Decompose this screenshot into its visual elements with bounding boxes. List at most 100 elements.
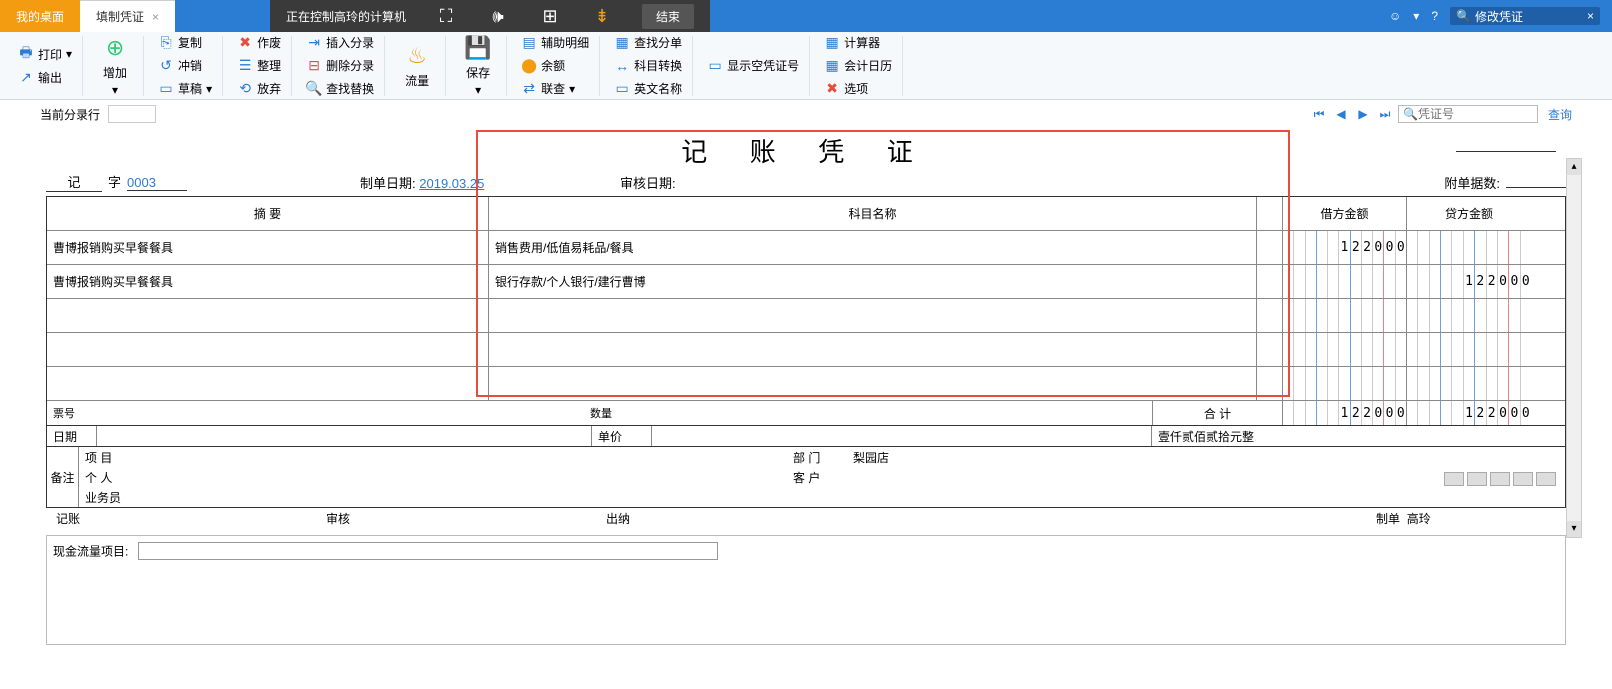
link-check-button[interactable]: ⇄联查 ▾	[517, 78, 593, 99]
tiny-icon-2[interactable]	[1467, 472, 1487, 486]
project-label: 项 目	[79, 447, 129, 467]
cell-credit[interactable]	[1407, 367, 1531, 400]
cell-summary[interactable]	[47, 299, 489, 332]
first-icon[interactable]: ⏮	[1310, 105, 1328, 123]
cell-credit[interactable]: 122000	[1407, 265, 1531, 298]
fullscreen-icon[interactable]: ⛶	[434, 4, 458, 28]
void-button[interactable]: ✖作废	[233, 32, 285, 53]
cell-qty[interactable]	[1257, 333, 1283, 366]
cell-subject[interactable]	[489, 333, 1257, 366]
dropdown-icon[interactable]: ▾	[1413, 9, 1419, 23]
cell-subject[interactable]: 银行存款/个人银行/建行曹博	[489, 265, 1257, 298]
find-split-button[interactable]: ▦查找分单	[610, 32, 686, 53]
pin-icon[interactable]: ⇟	[590, 4, 614, 28]
tiny-icon-1[interactable]	[1444, 472, 1464, 486]
last-icon[interactable]: ⏭	[1376, 105, 1394, 123]
voucher-prefix[interactable]: 记	[46, 172, 102, 192]
cell-summary[interactable]: 曹博报销购买早餐餐具	[47, 231, 489, 264]
cell-summary[interactable]: 曹博报销购买早餐餐具	[47, 265, 489, 298]
add-window-icon[interactable]: ⊞	[538, 4, 562, 28]
clear-search-icon[interactable]: ×	[1587, 9, 1594, 23]
grid-row[interactable]	[47, 367, 1565, 401]
end-remote-button[interactable]: 结束	[642, 4, 694, 29]
cell-debit[interactable]	[1283, 265, 1407, 298]
find-replace-button[interactable]: 🔍查找替换	[302, 78, 378, 99]
sound-icon[interactable]: 🕪	[486, 4, 510, 28]
draft-button[interactable]: ▭草稿 ▾	[154, 78, 216, 99]
delete-entry-button[interactable]: ⊟删除分录	[302, 55, 378, 76]
balance-button[interactable]: ⬤余额	[517, 55, 593, 76]
person-label: 个 人	[79, 467, 129, 487]
offset-button[interactable]: ↺冲销	[154, 55, 216, 76]
void-icon: ✖	[237, 35, 253, 51]
query-button[interactable]: 查询	[1548, 106, 1572, 123]
findsplit-icon: ▦	[614, 35, 630, 51]
remote-text: 正在控制高玲的计算机	[286, 8, 406, 25]
prev-icon[interactable]: ◀	[1332, 105, 1350, 123]
scroll-down-icon[interactable]: ▾	[1567, 521, 1581, 537]
tiny-icon-3[interactable]	[1490, 472, 1510, 486]
next-icon[interactable]: ▶	[1354, 105, 1372, 123]
make-date-value[interactable]: 2019.03.25	[419, 176, 484, 191]
subjconv-icon: ↔	[614, 58, 630, 74]
cell-qty[interactable]	[1257, 299, 1283, 332]
grid-row[interactable]	[47, 299, 1565, 333]
attach-value[interactable]	[1506, 187, 1566, 188]
cashflow-input[interactable]	[138, 542, 718, 560]
top-search[interactable]: 🔍 ×	[1450, 7, 1600, 25]
scroll-up-icon[interactable]: ▴	[1567, 159, 1581, 175]
print-button[interactable]: 🖶打印 ▾	[14, 44, 76, 65]
flow-button[interactable]: ♨流量	[395, 38, 439, 93]
cell-credit[interactable]	[1407, 333, 1531, 366]
cell-subject[interactable]: 销售费用/低值易耗品/餐具	[489, 231, 1257, 264]
grid-row[interactable]: 曹博报销购买早餐餐具 银行存款/个人银行/建行曹博 122000	[47, 265, 1565, 299]
english-name-button[interactable]: ▭英文名称	[610, 78, 686, 99]
cell-subject[interactable]	[489, 367, 1257, 400]
subject-convert-button[interactable]: ↔科目转换	[610, 55, 686, 76]
grid-row[interactable]	[47, 333, 1565, 367]
voucher-no-input[interactable]	[1418, 107, 1528, 121]
tiny-icon-5[interactable]	[1536, 472, 1556, 486]
cell-debit[interactable]: 122000	[1283, 231, 1407, 264]
remote-control-bar: 正在控制高玲的计算机 ⛶ 🕪 ⊞ ⇟ 结束	[270, 0, 710, 32]
aux-detail-button[interactable]: ▤辅助明细	[517, 32, 593, 53]
current-row-input[interactable]	[108, 105, 156, 123]
insert-entry-button[interactable]: ⇥插入分录	[302, 32, 378, 53]
current-row-label: 当前分录行	[40, 106, 100, 123]
dept-value[interactable]: 梨园店	[847, 447, 1565, 467]
cell-debit[interactable]	[1283, 333, 1407, 366]
cell-debit[interactable]	[1283, 367, 1407, 400]
cell-summary[interactable]	[47, 333, 489, 366]
close-icon[interactable]: ×	[152, 10, 159, 24]
smile-icon[interactable]: ☺	[1389, 9, 1401, 23]
vertical-scrollbar[interactable]: ▴ ▾	[1566, 158, 1582, 538]
options-button[interactable]: ✖选项	[820, 78, 896, 99]
output-button[interactable]: ↗输出	[14, 67, 76, 88]
tab-voucher[interactable]: 填制凭证 ×	[80, 0, 175, 32]
copy-button[interactable]: ⎘复制	[154, 32, 216, 53]
cell-qty[interactable]	[1257, 265, 1283, 298]
tab-desktop[interactable]: 我的桌面	[0, 0, 80, 32]
show-empty-button[interactable]: ▭显示空凭证号	[703, 55, 803, 76]
calendar-button[interactable]: ▦会计日历	[820, 55, 896, 76]
help-icon[interactable]: ?	[1431, 9, 1438, 23]
add-button[interactable]: ⊕增加 ▾	[93, 30, 137, 101]
abandon-icon: ⟲	[237, 81, 253, 97]
cell-subject[interactable]	[489, 299, 1257, 332]
cell-qty[interactable]	[1257, 367, 1283, 400]
cell-qty[interactable]	[1257, 231, 1283, 264]
grid-row[interactable]: 曹博报销购买早餐餐具 销售费用/低值易耗品/餐具 122000	[47, 231, 1565, 265]
calculator-button[interactable]: ▦计算器	[820, 32, 896, 53]
tidy-button[interactable]: ☰整理	[233, 55, 285, 76]
cell-debit[interactable]	[1283, 299, 1407, 332]
tiny-icon-4[interactable]	[1513, 472, 1533, 486]
sign-maker-value: 高玲	[1407, 510, 1431, 527]
cell-credit[interactable]	[1407, 299, 1531, 332]
abandon-button[interactable]: ⟲放弃	[233, 78, 285, 99]
cell-summary[interactable]	[47, 367, 489, 400]
cell-credit[interactable]	[1407, 231, 1531, 264]
top-search-input[interactable]	[1475, 9, 1585, 23]
voucher-search[interactable]: 🔍	[1398, 105, 1538, 123]
voucher-seq[interactable]: 0003	[127, 175, 187, 191]
save-button[interactable]: 💾保存 ▾	[456, 30, 500, 101]
